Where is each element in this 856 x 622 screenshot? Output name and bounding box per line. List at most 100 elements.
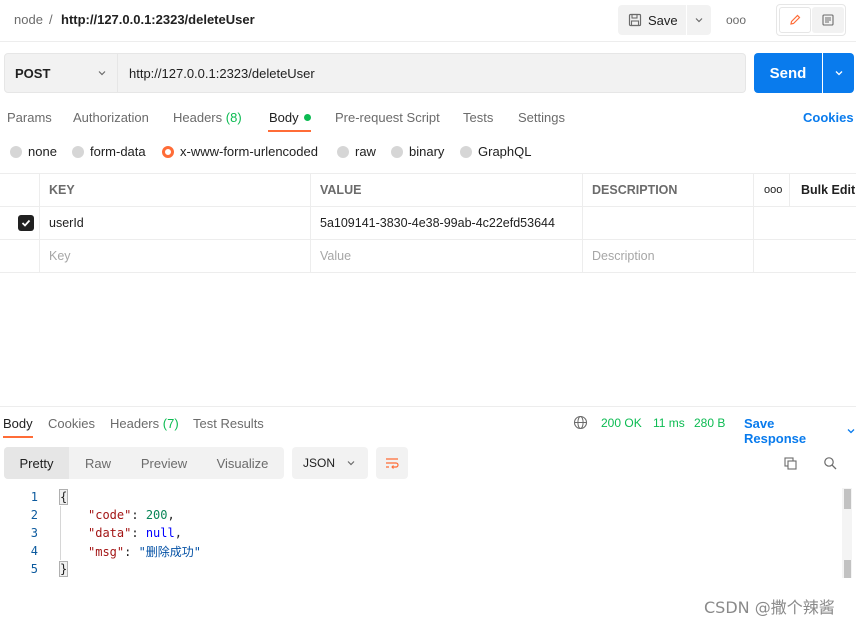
bulk-edit-button[interactable]: Bulk Edit <box>790 174 856 206</box>
body-type-form-data[interactable]: form-data <box>72 144 146 159</box>
copy-button[interactable] <box>778 451 802 475</box>
checkbox-checked-icon[interactable] <box>18 215 34 231</box>
code-text: "code": 200, <box>88 508 175 522</box>
row-value-cell[interactable]: 5a109141-3830-4e38-99ab-4c22efd53644 <box>311 207 583 239</box>
header-key: KEY <box>40 174 311 206</box>
tab-body-label: Body <box>269 110 299 125</box>
tab-pre-request-script[interactable]: Pre-request Script <box>335 110 440 125</box>
body-type-raw[interactable]: raw <box>337 144 376 159</box>
response-view-modes: Pretty Raw Preview Visualize <box>4 447 284 479</box>
radio-selected-icon <box>162 145 174 158</box>
chevron-down-icon <box>97 68 107 78</box>
mode-pretty[interactable]: Pretty <box>4 447 69 479</box>
radio-icon <box>10 145 22 158</box>
send-button[interactable]: Send <box>754 53 822 93</box>
save-dropdown-button[interactable] <box>687 5 711 35</box>
body-type-none[interactable]: none <box>10 144 57 159</box>
row-key-cell[interactable]: userId <box>40 207 311 239</box>
response-active-tab-indicator <box>3 436 33 438</box>
chevron-down-icon <box>834 68 844 78</box>
table-more-button[interactable]: ooo <box>754 174 790 206</box>
radio-icon <box>460 145 472 158</box>
json-comma: , <box>174 526 182 540</box>
response-tab-headers[interactable]: Headers (7) <box>110 416 179 431</box>
breadcrumb-request-name[interactable]: http://127.0.0.1:2323/deleteUser <box>61 12 255 27</box>
body-type-binary-label: binary <box>409 144 445 159</box>
json-value: 200 <box>145 508 168 522</box>
tab-params[interactable]: Params <box>7 110 52 125</box>
code-line: 5 } <box>0 560 840 578</box>
body-type-options: none form-data x-www-form-urlencoded raw… <box>10 144 550 162</box>
method-label: POST <box>15 65 51 81</box>
tab-body[interactable]: Body <box>269 110 311 125</box>
mode-raw[interactable]: Raw <box>69 447 127 479</box>
tab-headers-label: Headers <box>173 110 223 125</box>
line-number: 3 <box>30 526 38 540</box>
response-tab-test-results[interactable]: Test Results <box>193 416 264 431</box>
tab-tests[interactable]: Tests <box>463 110 493 125</box>
key-placeholder-input[interactable]: Key <box>40 240 311 272</box>
wrap-lines-button[interactable] <box>376 447 408 479</box>
value-placeholder-input[interactable]: Value <box>311 240 583 272</box>
line-number: 4 <box>30 544 38 558</box>
response-tab-body[interactable]: Body <box>3 416 33 431</box>
format-select[interactable]: JSON <box>292 447 368 479</box>
json-separator: : <box>131 508 146 522</box>
more-actions-button[interactable]: ooo <box>722 5 750 35</box>
code-brace-close: } <box>58 561 69 577</box>
response-size[interactable]: 280 B <box>694 416 725 430</box>
response-time[interactable]: 11 ms <box>653 416 685 430</box>
code-brace-open: { <box>58 489 69 505</box>
code-line: 4 "msg": "删除成功" <box>0 542 840 560</box>
body-type-urlencoded[interactable]: x-www-form-urlencoded <box>162 144 318 159</box>
mode-visualize[interactable]: Visualize <box>201 447 284 479</box>
tab-headers[interactable]: Headers (8) <box>173 110 242 125</box>
format-label: JSON <box>303 456 336 470</box>
save-button[interactable]: Save <box>618 5 686 35</box>
radio-icon <box>391 145 403 158</box>
line-number: 1 <box>30 490 38 504</box>
tab-settings[interactable]: Settings <box>518 110 565 125</box>
save-response-button[interactable]: Save Response <box>744 416 856 446</box>
url-input[interactable]: http://127.0.0.1:2323/deleteUser <box>118 53 746 93</box>
more-icon: ooo <box>725 13 747 27</box>
header-checkbox-cell <box>0 174 40 206</box>
cookies-link[interactable]: Cookies <box>803 110 854 125</box>
code-text: } <box>58 561 69 577</box>
globe-icon[interactable] <box>573 415 588 430</box>
body-type-binary[interactable]: binary <box>391 144 444 159</box>
code-text: { <box>58 489 69 505</box>
breadcrumb-collection[interactable]: node <box>14 12 43 27</box>
edit-mode-button[interactable] <box>779 7 811 33</box>
row-description-cell[interactable] <box>583 207 754 239</box>
line-number: 2 <box>30 508 38 522</box>
response-tab-cookies[interactable]: Cookies <box>48 416 95 431</box>
search-button[interactable] <box>818 451 842 475</box>
row-checkbox-cell[interactable] <box>0 207 40 239</box>
description-placeholder-input[interactable]: Description <box>583 240 754 272</box>
scrollbar-thumb[interactable] <box>844 489 851 509</box>
body-type-form-data-label: form-data <box>90 144 146 159</box>
json-key: "data" <box>88 526 132 540</box>
radio-icon <box>337 145 349 158</box>
code-text: "msg": "删除成功" <box>88 543 201 560</box>
body-type-graphql[interactable]: GraphQL <box>460 144 531 159</box>
line-number: 5 <box>30 562 38 576</box>
json-value: "删除成功" <box>138 544 202 559</box>
wrap-lines-icon <box>384 456 400 470</box>
send-dropdown-button[interactable] <box>823 53 854 93</box>
headers-count: (8) <box>225 110 242 125</box>
documentation-button[interactable] <box>812 7 844 33</box>
response-divider[interactable] <box>0 406 856 407</box>
code-text: "data": null, <box>88 526 182 540</box>
method-select[interactable]: POST <box>4 53 118 93</box>
body-active-dot-icon <box>303 114 311 121</box>
save-label: Save <box>648 12 678 28</box>
body-type-urlencoded-label: x-www-form-urlencoded <box>180 144 318 159</box>
tab-authorization[interactable]: Authorization <box>73 110 149 125</box>
json-key: "msg" <box>88 544 125 559</box>
code-line: 1 { <box>0 488 840 506</box>
status-code[interactable]: 200 OK <box>601 416 642 430</box>
mode-preview[interactable]: Preview <box>127 447 201 479</box>
response-headers-label: Headers <box>110 416 160 431</box>
